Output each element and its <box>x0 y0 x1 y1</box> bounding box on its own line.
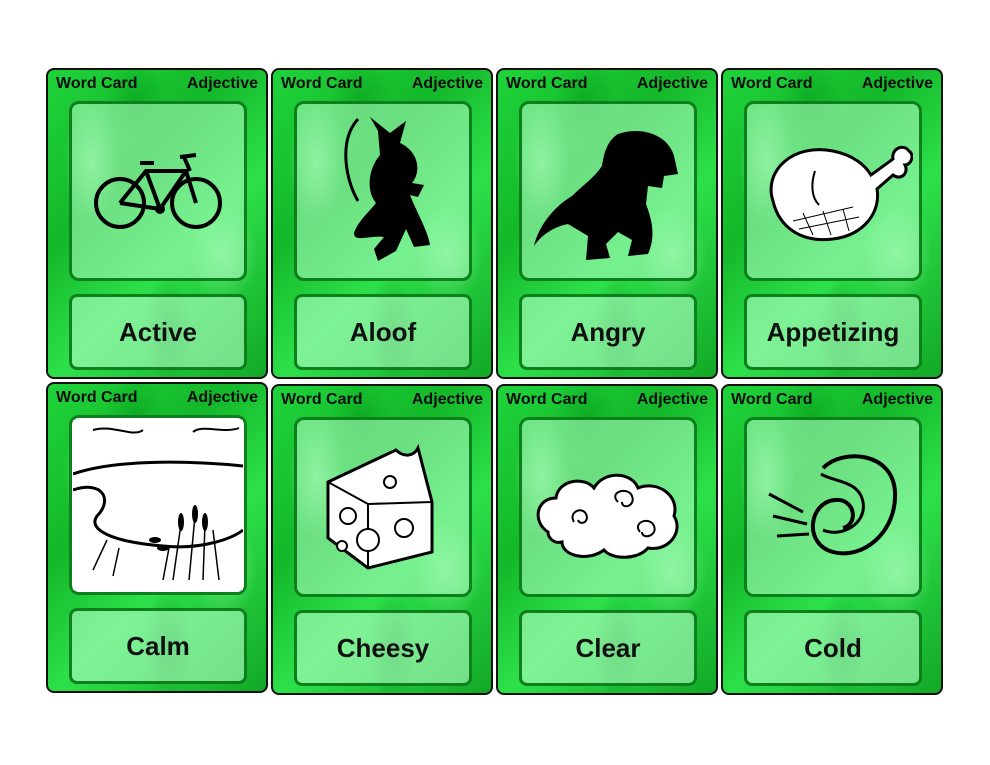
card-type-label: Word Card <box>731 75 813 92</box>
card-picture-frame <box>294 417 472 597</box>
word-card-clear: Word Card Adjective Clear <box>496 384 718 695</box>
card-type-label: Word Card <box>281 391 363 408</box>
word-card-aloof: Word Card Adjective Aloof <box>271 68 493 379</box>
card-header: Word Card Adjective <box>498 389 716 411</box>
card-category-label: Adjective <box>636 75 708 92</box>
card-category-label: Adjective <box>411 391 483 408</box>
word-card-calm: Word Card Adjective Calm <box>46 382 268 693</box>
card-picture-frame <box>519 417 697 597</box>
card-picture-frame <box>69 415 247 595</box>
card-type-label: Word Card <box>56 75 138 92</box>
dinosaur-silhouette-icon <box>534 130 678 260</box>
card-category-label: Adjective <box>861 75 933 92</box>
word-card-cheesy: Word Card Adjective Cheesy <box>271 384 493 695</box>
bicycle-icon <box>94 153 222 229</box>
swirl-clouds-icon <box>536 473 679 559</box>
pond-scene-icon <box>73 420 243 590</box>
word-card-cold: Word Card Adjective Cold <box>721 384 943 695</box>
ham-leg-icon <box>769 145 913 242</box>
card-header: Word Card Adjective <box>498 73 716 95</box>
card-type-label: Word Card <box>731 391 813 408</box>
card-category-label: Adjective <box>861 391 933 408</box>
card-picture-frame <box>744 417 922 597</box>
card-picture-frame <box>294 101 472 281</box>
card-word: Cheesy <box>294 610 472 686</box>
card-picture-frame <box>744 101 922 281</box>
card-word: Active <box>69 294 247 370</box>
word-card-active: Word Card Adjective Active <box>46 68 268 379</box>
cold-wind-icon <box>768 454 898 556</box>
card-header: Word Card Adjective <box>723 389 941 411</box>
cheese-wedge-icon <box>326 443 434 570</box>
card-header: Word Card Adjective <box>273 389 491 411</box>
mouse-silhouette-icon <box>344 117 430 261</box>
card-category-label: Adjective <box>636 391 708 408</box>
card-header: Word Card Adjective <box>273 73 491 95</box>
card-header: Word Card Adjective <box>48 387 266 409</box>
word-card-appetizing: Word Card Adjective Appetizing <box>721 68 943 379</box>
card-category-label: Adjective <box>186 389 258 406</box>
card-word: Appetizing <box>744 294 922 370</box>
card-header: Word Card Adjective <box>723 73 941 95</box>
card-category-label: Adjective <box>186 75 258 92</box>
word-card-angry: Word Card Adjective Angry <box>496 68 718 379</box>
card-type-label: Word Card <box>281 75 363 92</box>
card-word: Calm <box>69 608 247 684</box>
card-type-label: Word Card <box>506 75 588 92</box>
card-word: Clear <box>519 610 697 686</box>
card-picture-frame <box>519 101 697 281</box>
card-category-label: Adjective <box>411 75 483 92</box>
card-word: Aloof <box>294 294 472 370</box>
card-word: Cold <box>744 610 922 686</box>
card-word: Angry <box>519 294 697 370</box>
card-type-label: Word Card <box>506 391 588 408</box>
card-header: Word Card Adjective <box>48 73 266 95</box>
card-picture-frame <box>69 101 247 281</box>
card-type-label: Word Card <box>56 389 138 406</box>
